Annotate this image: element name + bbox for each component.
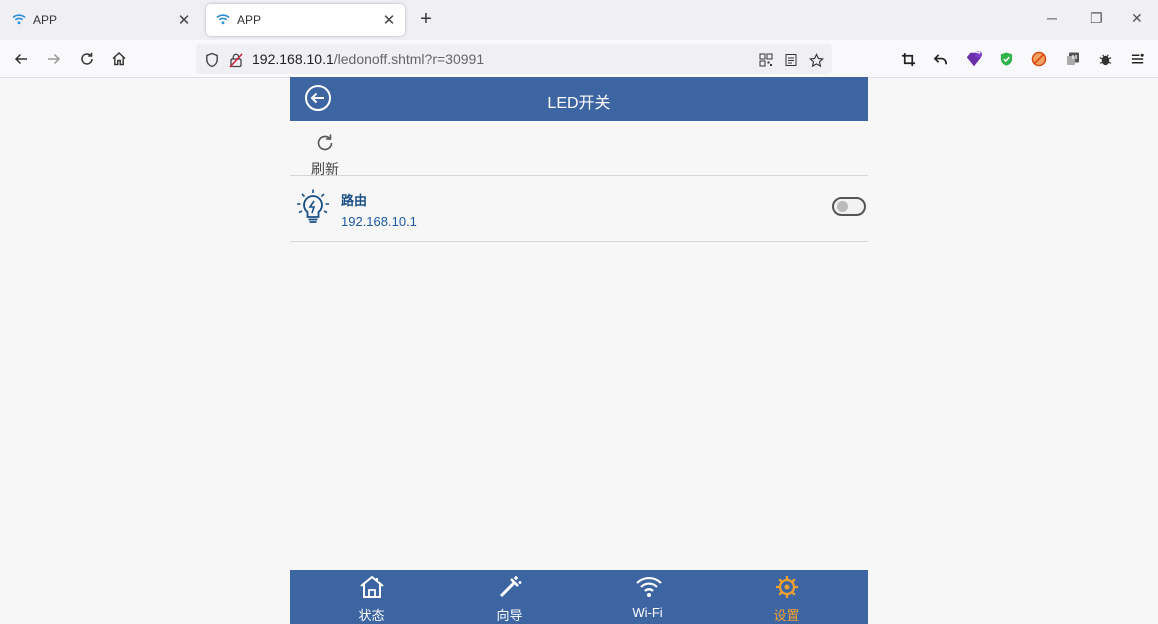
home-icon [359,574,385,600]
browser-tab-2[interactable]: APP ✕ [206,4,405,36]
shield-icon[interactable] [204,52,220,68]
wifi-favicon-icon [12,13,26,28]
browser-nav-bar: 192.168.10.1/ledonoff.shtml?r=30991 4 [0,40,1158,78]
app-header: LED开关 [290,77,868,121]
nav-item-status[interactable]: 状态 [299,570,444,624]
url-text[interactable]: 192.168.10.1/ledonoff.shtml?r=30991 [252,51,484,67]
extension-gem-icon[interactable]: 4 [965,47,983,68]
extension-badge: 4 [976,47,981,56]
bug-icon[interactable] [1096,50,1114,68]
browser-tab-1[interactable]: APP ✕ [2,4,200,36]
close-window-icon[interactable]: ✕ [1131,10,1143,27]
nav-item-settings[interactable]: 设置 [714,570,859,624]
led-toggle-switch[interactable] [832,197,866,216]
undo-arrow-icon[interactable] [931,50,949,68]
block-ads-icon[interactable] [1030,50,1048,68]
reader-extension-icon[interactable] [1064,50,1082,68]
home-button-icon[interactable] [109,49,129,69]
address-bar[interactable]: 192.168.10.1/ledonoff.shtml?r=30991 [196,44,832,74]
device-name: 路由 [341,193,368,208]
url-path: /ledonoff.shtml?r=30991 [333,51,485,67]
insecure-lock-icon[interactable] [228,52,244,68]
page-title: LED开关 [547,95,611,112]
nav-label: 设置 [773,608,800,623]
bookmark-star-icon[interactable] [808,52,824,68]
back-arrow-icon[interactable] [11,49,31,69]
qr-code-icon[interactable] [758,52,774,68]
bottom-nav: 状态 向导 Wi-Fi 设置 [290,570,868,624]
nav-label: 状态 [358,608,385,623]
url-host: 192.168.10.1 [252,51,334,67]
close-tab-icon[interactable]: ✕ [176,11,192,29]
reader-view-icon[interactable] [783,52,799,68]
wifi-favicon-icon [216,13,230,28]
menu-icon[interactable] [1128,50,1146,68]
browser-tab-bar: APP ✕ APP ✕ + ─ ❐ ✕ [0,0,1158,40]
app-container: LED开关 刷新 路由 192.168.10.1 状态 向导 Wi-Fi 设置 [290,77,868,624]
nav-item-wifi[interactable]: Wi-Fi [575,570,720,624]
toggle-knob [837,201,848,212]
crop-icon[interactable] [899,50,917,68]
toolbar: 刷新 [290,121,868,177]
tab-title: APP [237,13,262,27]
refresh-icon [315,134,335,157]
wand-icon [497,574,523,600]
minimize-icon[interactable]: ─ [1047,10,1057,26]
device-ip: 192.168.10.1 [341,214,417,229]
gear-icon [774,574,800,600]
nav-label: Wi-Fi [632,605,663,620]
device-row: 路由 192.168.10.1 [290,176,868,242]
shield-check-icon[interactable] [997,50,1015,68]
new-tab-button[interactable]: + [415,8,437,32]
restore-icon[interactable]: ❐ [1090,10,1103,27]
close-tab-icon[interactable]: ✕ [381,11,397,29]
light-bulb-icon [294,188,332,228]
nav-label: 向导 [496,608,523,623]
nav-item-wizard[interactable]: 向导 [437,570,582,624]
reload-icon[interactable] [77,49,97,69]
forward-arrow-icon[interactable] [44,49,64,69]
tab-title: APP [33,13,58,27]
refresh-button[interactable]: 刷新 [308,133,342,177]
wifi-icon [635,574,662,600]
